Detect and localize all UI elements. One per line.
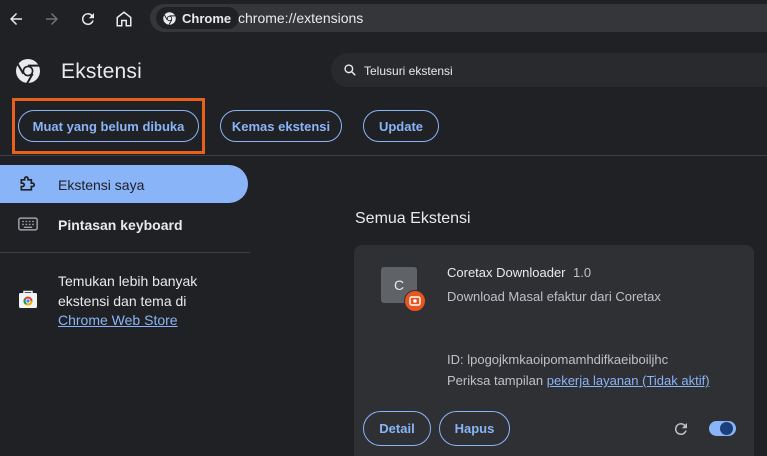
highlight-box	[12, 98, 205, 154]
site-chip-label: Chrome	[182, 10, 232, 26]
reload-extension-icon[interactable]	[672, 420, 690, 438]
page-title: Ekstensi	[61, 60, 142, 83]
forward-icon[interactable]	[41, 8, 63, 30]
chrome-logo-icon	[16, 59, 40, 85]
extension-version: 1.0	[573, 265, 592, 280]
update-button[interactable]: Update	[363, 110, 439, 142]
search-input[interactable]	[364, 64, 744, 78]
toggle-knob	[720, 422, 733, 435]
web-store-link[interactable]: Chrome Web Store	[58, 312, 178, 328]
keyboard-icon	[18, 217, 38, 231]
web-store-promo: Temukan lebih banyak ekstensi dan tema d…	[58, 272, 238, 331]
extension-name: Coretax Downloader	[447, 265, 566, 280]
extension-id: ID: lpogojkmkaoipomamhdifkaeiboiljhc	[447, 352, 669, 367]
web-store-icon	[19, 290, 37, 308]
toolbar-divider	[0, 155, 767, 156]
remove-button[interactable]: Hapus	[439, 411, 510, 446]
extension-puzzle-icon	[20, 176, 36, 191]
sidebar-divider	[0, 252, 250, 253]
url-text[interactable]: chrome://extensions	[238, 10, 363, 26]
back-icon[interactable]	[5, 8, 27, 30]
record-badge-icon	[404, 290, 426, 312]
extension-description: Download Masal efaktur dari Coretax	[447, 289, 661, 304]
web-store-text: Temukan lebih banyak ekstensi dan tema d…	[58, 273, 198, 309]
pack-extension-button[interactable]: Kemas ekstensi	[220, 110, 342, 142]
details-button[interactable]: Detail	[363, 411, 431, 446]
reload-page-icon[interactable]	[77, 8, 99, 30]
service-worker-link[interactable]: pekerja layanan (Tidak aktif)	[547, 373, 710, 388]
site-chip[interactable]: Chrome	[156, 7, 240, 29]
sidebar-item-label: Ekstensi saya	[58, 177, 145, 193]
inspect-views: Periksa tampilan pekerja layanan (Tidak …	[447, 373, 710, 388]
sidebar-item-keyboard-shortcuts[interactable]: Pintasan keyboard	[58, 217, 183, 233]
section-title: Semua Ekstensi	[355, 210, 471, 227]
inspect-views-label: Periksa tampilan	[447, 373, 544, 388]
home-icon[interactable]	[113, 8, 135, 30]
search-icon	[344, 64, 356, 76]
chrome-icon	[163, 11, 176, 25]
